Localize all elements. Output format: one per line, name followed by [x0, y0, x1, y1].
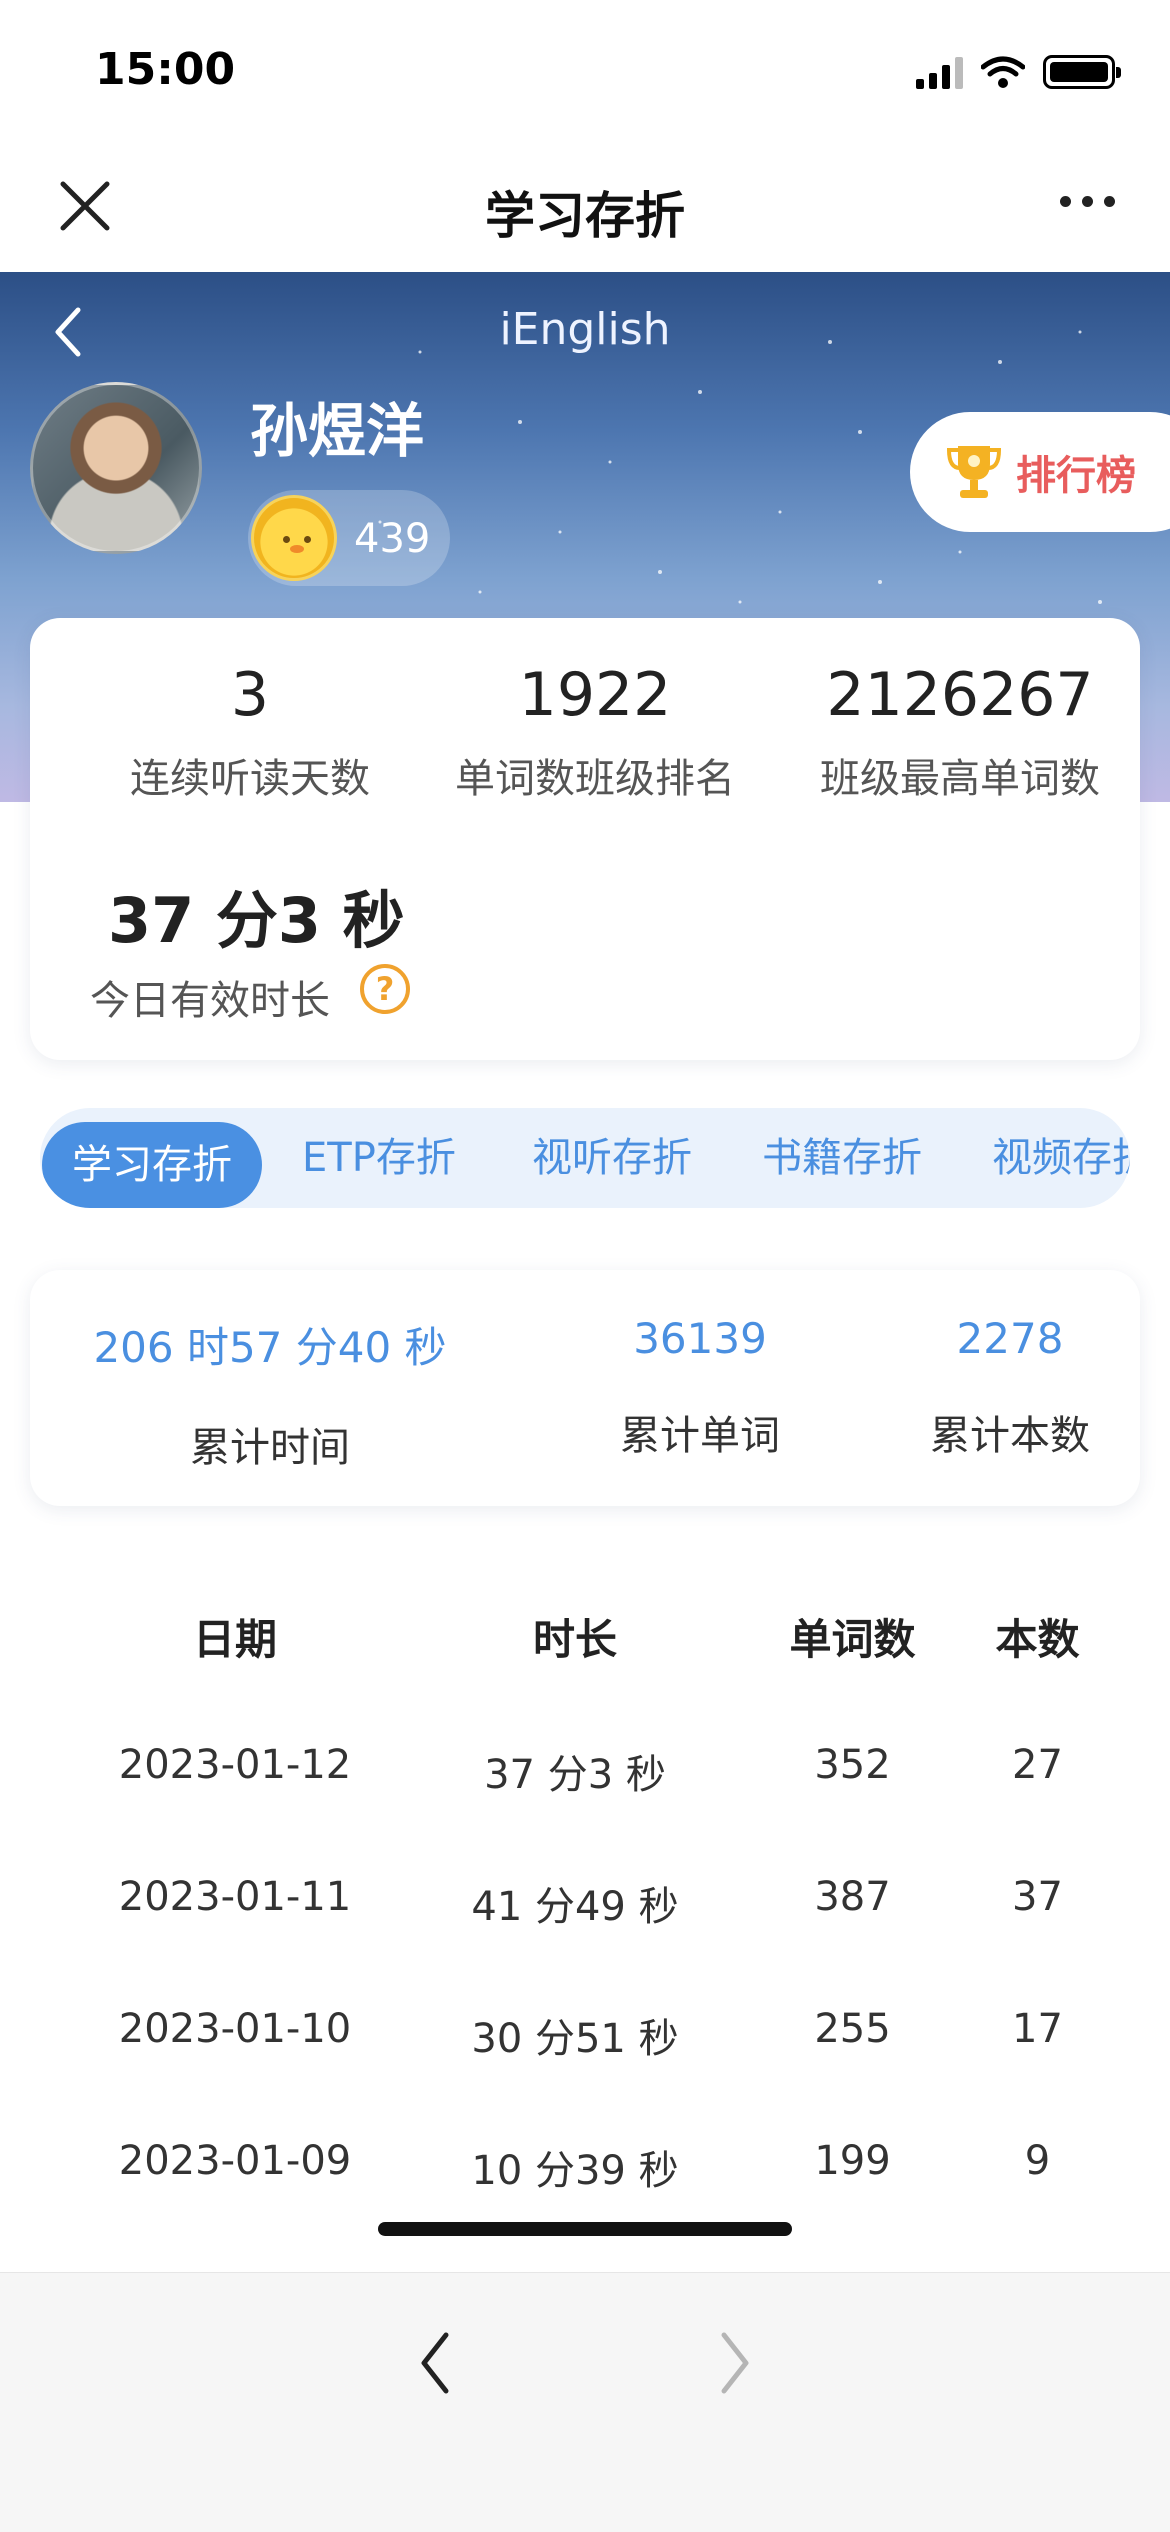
summary-total-books: 2278 累计本数 [860, 1314, 1160, 1461]
tab-etp-passbook[interactable]: ETP存折 [302, 1108, 456, 1208]
tab-books-passbook[interactable]: 书籍存折 [762, 1108, 922, 1208]
cell-duration: 30 分51 秒 [471, 2016, 679, 2062]
tab-audio-visual-passbook[interactable]: 视听存折 [532, 1108, 692, 1208]
table-row: 2023-01-12 37 分3 秒 352 27 [0, 1742, 1170, 1822]
summary-label: 累计本数 [930, 1413, 1090, 1459]
summary-value: 2278 [956, 1314, 1064, 1363]
coin-icon [251, 495, 337, 581]
summary-card: 206 时57 分40 秒 累计时间 36139 累计单词 2278 累计本数 [30, 1270, 1140, 1506]
summary-value: 36139 [633, 1314, 767, 1363]
brand-name: iEnglish [499, 304, 671, 355]
cell-words: 255 [814, 2006, 891, 2052]
tab-video-passbook[interactable]: 视频存折 [992, 1108, 1130, 1208]
cell-words: 199 [814, 2138, 891, 2184]
stat-value: 3 [230, 660, 270, 730]
cell-duration: 41 分49 秒 [471, 1884, 679, 1930]
summary-label: 累计单词 [620, 1413, 780, 1459]
stat-streak-days: 3 连续听读天数 [80, 660, 420, 804]
nav-back-icon[interactable] [410, 2323, 460, 2403]
cell-date: 2023-01-10 [118, 2006, 352, 2052]
cell-duration: 37 分3 秒 [484, 1752, 666, 1798]
avatar[interactable] [30, 382, 202, 554]
cell-date: 2023-01-11 [118, 1874, 352, 1920]
help-icon[interactable]: ? [360, 964, 410, 1014]
home-indicator[interactable] [378, 2222, 792, 2236]
more-icon[interactable] [1060, 196, 1115, 207]
coin-badge: 439 [248, 490, 450, 586]
table-row: 2023-01-11 41 分49 秒 387 37 [0, 1874, 1170, 1954]
summary-total-time: 206 时57 分40 秒 累计时间 [70, 1314, 470, 1473]
table-row: 2023-01-10 30 分51 秒 255 17 [0, 2006, 1170, 2086]
stat-label: 班级最高单词数 [820, 756, 1100, 802]
cell-date: 2023-01-12 [118, 1742, 352, 1788]
column-header-books: 本数 [995, 1615, 1080, 1664]
wifi-icon [981, 56, 1025, 88]
cell-date: 2023-01-09 [118, 2138, 352, 2184]
cell-books: 27 [1012, 1742, 1063, 1788]
today-duration-label: 今日有效时长 [90, 978, 330, 1024]
leaderboard-label: 排行榜 [1016, 453, 1136, 499]
trophy-icon [946, 446, 1002, 498]
status-bar: 15:00 [0, 0, 1170, 140]
title-bar: 学习存折 [0, 140, 1170, 272]
summary-label: 累计时间 [190, 1425, 350, 1471]
table-row: 2023-01-09 10 分39 秒 199 9 [0, 2138, 1170, 2218]
cell-duration: 10 分39 秒 [471, 2148, 679, 2194]
stat-value: 2126267 [826, 660, 1094, 730]
stat-class-top-words: 2126267 班级最高单词数 [770, 660, 1150, 804]
column-header-duration: 时长 [532, 1615, 617, 1664]
cell-books: 17 [1012, 2006, 1063, 2052]
stat-value: 1922 [518, 660, 672, 730]
browser-nav-bar [0, 2272, 1170, 2532]
column-header-date: 日期 [192, 1615, 277, 1664]
summary-total-words: 36139 累计单词 [550, 1314, 850, 1461]
cell-words: 352 [814, 1742, 891, 1788]
leaderboard-button[interactable]: 排行榜 [910, 412, 1170, 532]
coin-count: 439 [354, 516, 431, 562]
summary-value: 206 时57 分40 秒 [93, 1323, 447, 1372]
tab-study-passbook[interactable]: 学习存折 [42, 1122, 262, 1208]
stat-label: 单词数班级排名 [455, 756, 735, 802]
nav-forward-icon[interactable] [710, 2323, 760, 2403]
stat-class-rank: 1922 单词数班级排名 [410, 660, 780, 804]
status-icons [916, 52, 1121, 92]
stat-label: 连续听读天数 [130, 756, 370, 802]
status-time: 15:00 [95, 44, 236, 95]
column-header-words: 单词数 [789, 1615, 916, 1664]
cell-books: 9 [1024, 2138, 1051, 2184]
stats-card: 3 连续听读天数 1922 单词数班级排名 2126267 班级最高单词数 37… [30, 618, 1140, 1060]
page-title: 学习存折 [485, 187, 685, 245]
passbook-tabs: 学习存折 ETP存折 视听存折 书籍存折 视频存折 [40, 1108, 1130, 1208]
battery-icon [1043, 55, 1121, 89]
today-duration-value: 37 分3 秒 [108, 884, 405, 957]
signal-icon [916, 55, 963, 89]
cell-books: 37 [1012, 1874, 1063, 1920]
cell-words: 387 [814, 1874, 891, 1920]
user-name: 孙煜洋 [250, 397, 425, 465]
